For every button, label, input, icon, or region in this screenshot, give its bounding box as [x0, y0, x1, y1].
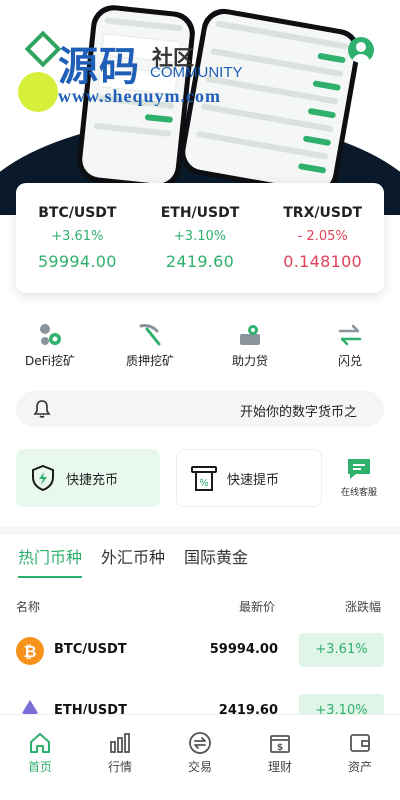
loan-icon: [240, 325, 260, 345]
bottom-nav: 首页 行情 交易 $ 理财 资产: [0, 714, 400, 800]
feature-label: 闪兑: [337, 354, 362, 368]
row-price: 59994.00: [209, 642, 278, 657]
ticker-pair: ETH/USDT: [160, 205, 240, 221]
row-change-badge: +3.61%: [299, 633, 384, 667]
section-divider: [0, 527, 400, 535]
tab-hot-coins[interactable]: 热门币种: [18, 544, 83, 578]
home-icon: [30, 733, 50, 753]
ticker-card: BTC/USDT +3.61% 59994.00 ETH/USDT +3.10%…: [16, 183, 384, 293]
wallet-finance-icon: $: [270, 735, 290, 753]
tab-gold[interactable]: 国际黄金: [184, 544, 248, 578]
ticker-price: 0.148100: [283, 252, 363, 271]
quick-withdraw-label: 快速提币: [227, 472, 280, 488]
nav-label: 理财: [267, 760, 292, 774]
defi-mining-icon: [40, 324, 61, 345]
market-tabs: 热门币种 外汇币种 国际黄金: [18, 544, 267, 578]
ticker-pair: BTC/USDT: [38, 205, 117, 221]
logo-url-text: www.shequym.com: [58, 86, 222, 106]
customer-service-button[interactable]: 在线客服: [334, 456, 384, 498]
bitcoin-icon: ₿: [16, 637, 44, 665]
ticker-pair: TRX/USDT: [283, 205, 363, 221]
ticker-change: +3.61%: [51, 229, 104, 244]
swap-arrows-icon: [338, 324, 362, 346]
ticker-change: - 2.05%: [297, 229, 348, 244]
svg-text:₿: ₿: [23, 642, 36, 661]
nav-label: 首页: [27, 760, 52, 774]
feature-defi-mining[interactable]: DeFi挖矿: [0, 322, 100, 374]
nav-market[interactable]: 行情: [80, 715, 160, 800]
ticker-item[interactable]: BTC/USDT +3.61% 59994.00: [16, 183, 139, 293]
feature-label: 助力贷: [231, 354, 268, 368]
atm-withdraw-icon: %: [191, 466, 217, 491]
nav-label: 行情: [107, 760, 132, 774]
svg-text:%: %: [199, 478, 209, 489]
quick-deposit-button[interactable]: 快捷充币: [16, 449, 160, 507]
row-pair: BTC/USDT: [54, 642, 127, 657]
column-price: 最新价: [239, 600, 276, 614]
ticker-price: 59994.00: [37, 252, 117, 271]
nav-home[interactable]: 首页: [0, 715, 80, 800]
announcement-bar[interactable]: 开始你的数字货币之: [16, 391, 384, 427]
logo-en-text: COMMUNITY: [150, 64, 243, 81]
nav-assets[interactable]: 资产: [320, 715, 400, 800]
market-table-header: 名称 最新价 涨跌幅: [0, 598, 400, 616]
chart-bars-icon: [110, 733, 130, 753]
ticker-change: +3.10%: [173, 229, 227, 244]
shield-bolt-icon: [32, 464, 54, 492]
table-row[interactable]: ₿ BTC/USDT 59994.00 +3.61%: [0, 621, 400, 681]
feature-swap[interactable]: 闪兑: [300, 322, 400, 374]
logo-main-text: 源码: [58, 43, 140, 90]
assets-icon: [350, 734, 370, 752]
chat-bubble-icon: [348, 459, 370, 479]
feature-staking-mining[interactable]: 质押挖矿: [100, 322, 200, 374]
bell-icon: [33, 400, 51, 418]
logo-watermark: 源码 社区 COMMUNITY www.shequym.com: [24, 30, 260, 106]
customer-service-label: 在线客服: [340, 488, 377, 498]
quick-deposit-label: 快捷充币: [66, 472, 119, 488]
tab-forex[interactable]: 外汇币种: [101, 544, 165, 578]
logo-mark-icon: [24, 30, 62, 68]
feature-label: DeFi挖矿: [25, 354, 75, 368]
quick-withdraw-button[interactable]: % 快速提币: [176, 449, 322, 507]
nav-trade[interactable]: 交易: [160, 715, 240, 800]
ticker-item[interactable]: ETH/USDT +3.10% 2419.60: [139, 183, 262, 293]
ticker-price: 2419.60: [165, 252, 235, 271]
feature-grid: DeFi挖矿 质押挖矿 助力贷 闪兑: [0, 322, 400, 374]
nav-label: 资产: [347, 760, 372, 774]
pickaxe-icon: [139, 324, 161, 346]
user-avatar-icon[interactable]: [348, 37, 374, 63]
announcement-text: 开始你的数字货币之: [240, 405, 358, 420]
column-change: 涨跌幅: [345, 600, 382, 614]
svg-text:$: $: [277, 743, 283, 753]
ticker-item[interactable]: TRX/USDT - 2.05% 0.148100: [261, 183, 384, 293]
feature-loan[interactable]: 助力贷: [200, 322, 300, 374]
nav-label: 交易: [187, 760, 212, 774]
exchange-icon: [189, 732, 211, 754]
feature-label: 质押挖矿: [125, 354, 174, 368]
nav-finance[interactable]: $ 理财: [240, 715, 320, 800]
column-name: 名称: [16, 600, 41, 614]
